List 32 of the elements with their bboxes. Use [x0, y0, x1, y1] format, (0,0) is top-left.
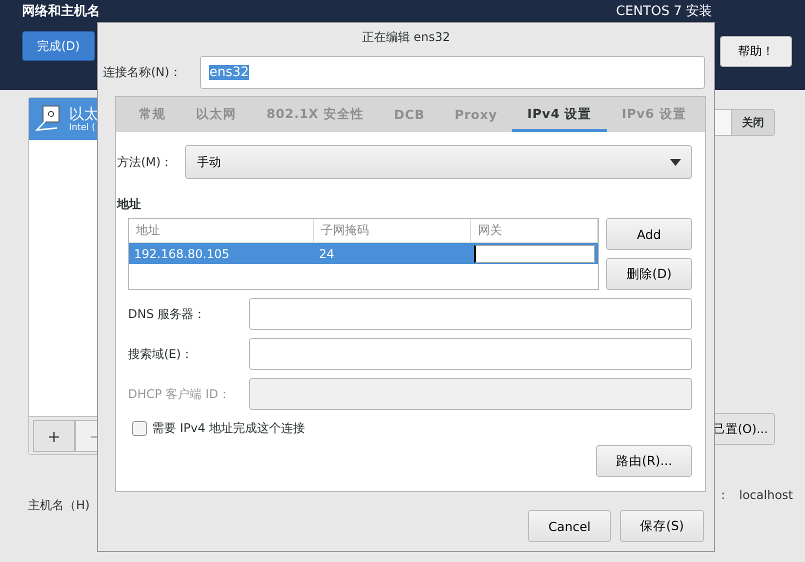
method-dropdown[interactable]: 手动: [185, 145, 692, 179]
field-label: DNS 服务器：: [128, 306, 207, 322]
gateway-input-field[interactable]: [474, 244, 595, 262]
checkbox[interactable]: [132, 421, 147, 436]
text-field[interactable]: [249, 338, 692, 370]
done-button[interactable]: 完成(D): [22, 31, 95, 61]
settings-tab[interactable]: IPv4 设置: [512, 97, 607, 132]
add-button[interactable]: +: [33, 420, 75, 452]
save-button[interactable]: 保存(S): [620, 510, 704, 542]
network-cable-icon: [35, 105, 61, 133]
connection-name-label: 连接名称(N)：: [103, 64, 182, 81]
field-label: DHCP 客户端 ID：: [128, 386, 232, 402]
add-address-button[interactable]: Add: [606, 218, 692, 250]
column-header: 网关: [471, 219, 598, 242]
installer-title: CENTOS 7 安装: [616, 4, 712, 20]
field-label: 搜索域(E)：: [128, 346, 194, 362]
method-label: 方法(M)：: [117, 154, 174, 170]
column-header: 地址: [129, 219, 314, 242]
hostname-colon: :: [721, 488, 726, 502]
text-field[interactable]: [249, 298, 692, 330]
address-heading: 地址: [117, 196, 142, 213]
cancel-button[interactable]: Cancel: [528, 510, 611, 542]
checkbox-label: 需要 IPv4 地址完成这个连接: [152, 420, 306, 437]
delete-address-button[interactable]: 删除(D): [606, 258, 692, 290]
column-header: 子网掩码: [314, 219, 471, 242]
routes-button[interactable]: 路由(R)...: [596, 445, 692, 477]
dialog-title: 正在编辑 ens32: [360, 29, 452, 46]
help-button[interactable]: 帮助！: [720, 36, 792, 67]
dropdown-caret-icon: [670, 158, 681, 166]
hostname-value: localhost: [739, 488, 793, 502]
hostname-label: 主机名（H): [28, 497, 91, 514]
page-title: 网络和主机名: [22, 4, 100, 20]
